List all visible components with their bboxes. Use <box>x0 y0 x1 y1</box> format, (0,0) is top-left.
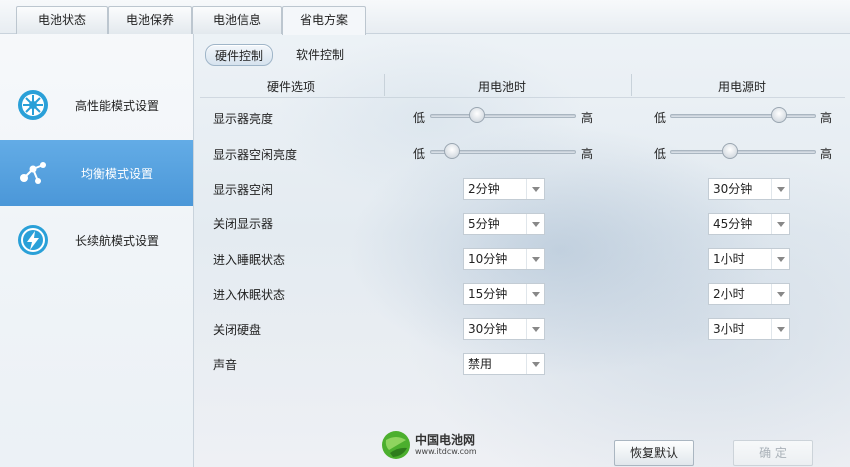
select-value: 45分钟 <box>713 217 753 231</box>
slider-thumb[interactable] <box>722 143 738 159</box>
row-label-idle-brightness: 显示器空闲亮度 <box>213 148 298 162</box>
slider-high-label: 高 <box>581 147 594 161</box>
row-label-sound: 声音 <box>213 358 238 372</box>
chevron-down-icon[interactable] <box>771 249 789 269</box>
slider-high-label: 高 <box>581 111 594 125</box>
power-hibernate-select[interactable]: 2小时 <box>708 283 790 305</box>
tab-battery-status[interactable]: 电池状态 <box>16 6 108 34</box>
confirm-button[interactable]: 确 定 <box>733 440 813 466</box>
sidebar-item-high-performance[interactable]: 高性能模式设置 <box>0 72 193 138</box>
row-label-turn-off-display: 关闭显示器 <box>213 217 274 231</box>
power-idle-brightness-slider[interactable] <box>670 150 816 154</box>
power-turn-off-display-select[interactable]: 45分钟 <box>708 213 790 235</box>
chevron-down-icon[interactable] <box>771 284 789 304</box>
row-label-hibernate: 进入休眠状态 <box>213 288 286 302</box>
slider-thumb[interactable] <box>444 143 460 159</box>
row-label-turn-off-disk: 关闭硬盘 <box>213 323 262 337</box>
slider-low-label: 低 <box>413 111 426 125</box>
battery-sleep-select[interactable]: 10分钟 <box>463 248 545 270</box>
header-power: 用电源时 <box>718 80 767 94</box>
power-sleep-select[interactable]: 1小时 <box>708 248 790 270</box>
select-value: 禁用 <box>468 357 493 371</box>
restore-default-button[interactable]: 恢复默认 <box>614 440 694 466</box>
select-value: 10分钟 <box>468 252 508 266</box>
slider-thumb[interactable] <box>771 107 787 123</box>
select-value: 5分钟 <box>468 217 500 231</box>
select-value: 2分钟 <box>468 182 500 196</box>
select-value: 1小时 <box>713 252 745 266</box>
header-underline <box>200 97 845 98</box>
sidebar-item-long-battery[interactable]: 长续航模式设置 <box>0 207 193 273</box>
slider-low-label: 低 <box>654 147 667 161</box>
header-battery: 用电池时 <box>478 80 527 94</box>
tab-battery-maintenance[interactable]: 电池保养 <box>108 6 192 34</box>
lightning-icon <box>18 225 48 255</box>
chevron-down-icon[interactable] <box>526 249 544 269</box>
chevron-down-icon[interactable] <box>526 214 544 234</box>
header-option: 硬件选项 <box>267 80 316 94</box>
row-label-sleep: 进入睡眠状态 <box>213 253 286 267</box>
power-turn-off-disk-select[interactable]: 3小时 <box>708 318 790 340</box>
sidebar-item-label: 均衡模式设置 <box>81 166 154 181</box>
logo-url: www.itdcw.com <box>415 447 477 456</box>
slider-low-label: 低 <box>654 111 667 125</box>
row-label-display-idle: 显示器空闲 <box>213 183 274 197</box>
nodes-icon <box>20 162 46 184</box>
battery-turn-off-disk-select[interactable]: 30分钟 <box>463 318 545 340</box>
sidebar-item-balanced[interactable]: 均衡模式设置 <box>0 140 193 206</box>
power-brightness-slider[interactable] <box>670 114 816 118</box>
globe-logo-icon <box>382 431 410 459</box>
power-display-idle-select[interactable]: 30分钟 <box>708 178 790 200</box>
battery-hibernate-select[interactable]: 15分钟 <box>463 283 545 305</box>
select-value: 2小时 <box>713 287 745 301</box>
chevron-down-icon[interactable] <box>526 284 544 304</box>
sidebar-item-label: 长续航模式设置 <box>75 233 160 248</box>
tab-bar: 电池状态 电池保养 电池信息 省电方案 <box>0 0 850 35</box>
header-divider <box>631 74 632 96</box>
battery-brightness-slider[interactable] <box>430 114 576 118</box>
battery-turn-off-display-select[interactable]: 5分钟 <box>463 213 545 235</box>
slider-thumb[interactable] <box>469 107 485 123</box>
subtab-software[interactable]: 软件控制 <box>282 44 358 66</box>
battery-sound-select[interactable]: 禁用 <box>463 353 545 375</box>
select-value: 15分钟 <box>468 287 508 301</box>
chevron-down-icon[interactable] <box>526 319 544 339</box>
select-value: 3小时 <box>713 322 745 336</box>
select-value: 30分钟 <box>713 182 753 196</box>
slider-low-label: 低 <box>413 147 426 161</box>
tab-battery-info[interactable]: 电池信息 <box>192 6 282 34</box>
brand-logo: 中国电池网 www.itdcw.com <box>381 428 501 462</box>
logo-name: 中国电池网 <box>415 433 476 447</box>
slider-high-label: 高 <box>820 147 833 161</box>
fan-icon <box>18 90 48 120</box>
chevron-down-icon[interactable] <box>771 214 789 234</box>
tab-power-plan[interactable]: 省电方案 <box>282 6 366 35</box>
subtab-hardware[interactable]: 硬件控制 <box>205 44 273 66</box>
sidebar: 高性能模式设置 均衡模式设置 长续航模式设置 <box>0 34 194 467</box>
chevron-down-icon[interactable] <box>526 179 544 199</box>
slider-high-label: 高 <box>820 111 833 125</box>
chevron-down-icon[interactable] <box>771 179 789 199</box>
battery-display-idle-select[interactable]: 2分钟 <box>463 178 545 200</box>
sidebar-item-label: 高性能模式设置 <box>75 98 160 113</box>
select-value: 30分钟 <box>468 322 508 336</box>
chevron-down-icon[interactable] <box>526 354 544 374</box>
header-divider <box>384 74 385 96</box>
chevron-down-icon[interactable] <box>771 319 789 339</box>
row-label-brightness: 显示器亮度 <box>213 112 274 126</box>
